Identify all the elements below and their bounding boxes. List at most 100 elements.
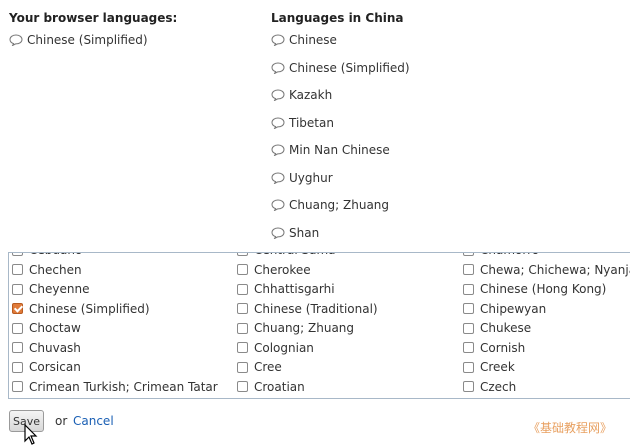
speech-bubble-icon bbox=[271, 61, 285, 75]
checkbox[interactable] bbox=[237, 303, 248, 314]
checkbox[interactable] bbox=[12, 361, 23, 373]
checkbox-label: Chechen bbox=[29, 262, 82, 277]
checkbox-label: Corsican bbox=[29, 360, 81, 374]
checkbox[interactable] bbox=[463, 381, 474, 392]
language-checkbox-item[interactable]: Chukese bbox=[463, 321, 531, 335]
checkbox[interactable] bbox=[237, 322, 248, 334]
language-item: Tibetan bbox=[271, 116, 334, 130]
or-text: or bbox=[55, 414, 68, 428]
language-checkbox-item[interactable]: Creek bbox=[463, 360, 515, 374]
language-label: Uyghur bbox=[289, 170, 333, 185]
checkbox[interactable] bbox=[237, 361, 248, 373]
language-checkbox-item[interactable]: Choctaw bbox=[12, 321, 81, 335]
language-checkbox-item[interactable]: Cherokee bbox=[237, 263, 311, 277]
checkbox[interactable] bbox=[463, 264, 474, 275]
language-checkbox-item[interactable]: Chuvash bbox=[12, 341, 81, 355]
checkbox[interactable] bbox=[463, 283, 474, 295]
checkbox[interactable] bbox=[12, 342, 23, 353]
speech-bubble-icon bbox=[271, 89, 285, 102]
checkbox-checked[interactable] bbox=[12, 303, 23, 314]
language-label: Chinese (Simplified) bbox=[27, 33, 148, 47]
checkbox[interactable] bbox=[463, 253, 474, 256]
language-label: Min Nan Chinese bbox=[289, 143, 390, 157]
language-checkbox-item[interactable]: Chewa; Chichewa; Nyanja bbox=[463, 263, 630, 277]
checkbox-label: Chuang; Zhuang bbox=[254, 321, 355, 335]
speech-bubble-icon bbox=[271, 199, 285, 212]
checkbox-label: Chukese bbox=[480, 321, 532, 335]
language-checkbox-item[interactable]: Croatian bbox=[237, 380, 305, 394]
language-label: Tibetan bbox=[289, 115, 334, 130]
checkbox-label: Crimean Turkish; Crimean Tatar bbox=[29, 379, 218, 394]
language-label: Kazakh bbox=[289, 88, 333, 102]
checkbox[interactable] bbox=[12, 253, 23, 256]
checkbox-label: Cornish bbox=[480, 340, 526, 355]
language-item: Chinese bbox=[271, 33, 337, 47]
language-item: Chuang; Zhuang bbox=[271, 198, 389, 212]
language-checkbox-item[interactable]: Corsican bbox=[12, 360, 81, 374]
language-checkbox-item[interactable]: Chechen bbox=[12, 263, 82, 277]
language-item: Chinese (Simplified) bbox=[9, 33, 148, 47]
language-checkbox-list[interactable]: Cebuano Chechen Cheyenne Chinese (Simplifie… bbox=[8, 252, 630, 399]
language-checkbox-item[interactable]: Chuang; Zhuang bbox=[237, 321, 354, 335]
language-checkbox-item[interactable]: Cebuano bbox=[12, 253, 82, 257]
language-item: Shan bbox=[271, 226, 319, 240]
watermark-text: 《基础教程网》 bbox=[528, 421, 613, 435]
checkbox-label: Chipewyan bbox=[480, 301, 547, 316]
checkbox[interactable] bbox=[463, 322, 474, 334]
language-checkbox-item[interactable]: Chipewyan bbox=[463, 302, 546, 316]
checkbox[interactable] bbox=[237, 253, 248, 256]
mouse-cursor-icon bbox=[24, 424, 38, 445]
checkbox[interactable] bbox=[12, 264, 23, 275]
language-item: Min Nan Chinese bbox=[271, 143, 390, 157]
checkbox-label: Croatian bbox=[254, 379, 305, 394]
language-checkbox-item[interactable]: Crimean Turkish; Crimean Tatar bbox=[12, 380, 218, 394]
language-checkbox-item[interactable]: Czech bbox=[463, 380, 516, 394]
checkbox[interactable] bbox=[237, 264, 248, 275]
checkbox[interactable] bbox=[463, 303, 474, 314]
language-label: Shan bbox=[289, 225, 320, 240]
speech-bubble-icon bbox=[9, 34, 23, 47]
checkbox[interactable] bbox=[12, 322, 23, 334]
speech-bubble-icon bbox=[271, 116, 285, 130]
language-checkbox-item[interactable]: Chamorro bbox=[463, 253, 539, 257]
checkbox[interactable] bbox=[463, 361, 474, 373]
checkbox-label: Cebuano bbox=[29, 253, 82, 257]
language-checkbox-item[interactable]: Cornish bbox=[463, 341, 525, 355]
speech-bubble-icon bbox=[271, 171, 285, 185]
speech-bubble-icon bbox=[271, 34, 285, 47]
checkbox[interactable] bbox=[12, 283, 23, 295]
checkbox-label: Chuvash bbox=[29, 340, 81, 355]
speech-bubble-icon bbox=[271, 226, 285, 240]
language-item: Uyghur bbox=[271, 171, 333, 185]
speech-bubble-icon bbox=[271, 144, 285, 157]
language-checkbox-item[interactable]: Colognian bbox=[237, 341, 314, 355]
language-checkbox-item[interactable]: Cree bbox=[237, 360, 282, 374]
checkbox[interactable] bbox=[237, 342, 248, 353]
checkbox[interactable] bbox=[463, 342, 474, 353]
language-checkbox-item[interactable]: Chinese (Hong Kong) bbox=[463, 282, 606, 296]
checkbox-label: Chinese (Hong Kong) bbox=[480, 282, 607, 296]
checkbox[interactable] bbox=[12, 381, 23, 392]
checkbox-label: Chamorro bbox=[480, 253, 539, 257]
language-label: Chinese bbox=[289, 33, 337, 47]
checkbox-label: Czech bbox=[480, 379, 517, 394]
cancel-link[interactable]: Cancel bbox=[73, 414, 114, 428]
checkbox-label: Chinese (Simplified) bbox=[29, 301, 150, 316]
language-checkbox-item[interactable]: Cheyenne bbox=[12, 282, 89, 296]
language-item: Chinese (Simplified) bbox=[271, 61, 410, 75]
checkbox-label: Chhattisgarhi bbox=[254, 282, 335, 296]
language-checkbox-item[interactable]: Chinese (Traditional) bbox=[237, 302, 378, 316]
checkbox-label: Chewa; Chichewa; Nyanja bbox=[480, 262, 630, 277]
language-checkbox-item[interactable]: Central Sama bbox=[237, 253, 336, 257]
checkbox-label: Chinese (Traditional) bbox=[254, 301, 378, 316]
checkbox[interactable] bbox=[237, 381, 248, 392]
browser-languages-heading: Your browser languages: bbox=[9, 11, 178, 25]
language-checkbox-item[interactable]: Chinese (Simplified) bbox=[12, 302, 150, 316]
china-languages-heading: Languages in China bbox=[271, 11, 404, 25]
language-label: Chinese (Simplified) bbox=[289, 60, 410, 75]
checkbox-label: Cree bbox=[254, 360, 282, 374]
language-checkbox-item[interactable]: Chhattisgarhi bbox=[237, 282, 335, 296]
checkbox-label: Central Sama bbox=[254, 253, 336, 257]
checkbox[interactable] bbox=[237, 283, 248, 295]
checkbox-label: Colognian bbox=[254, 340, 314, 355]
